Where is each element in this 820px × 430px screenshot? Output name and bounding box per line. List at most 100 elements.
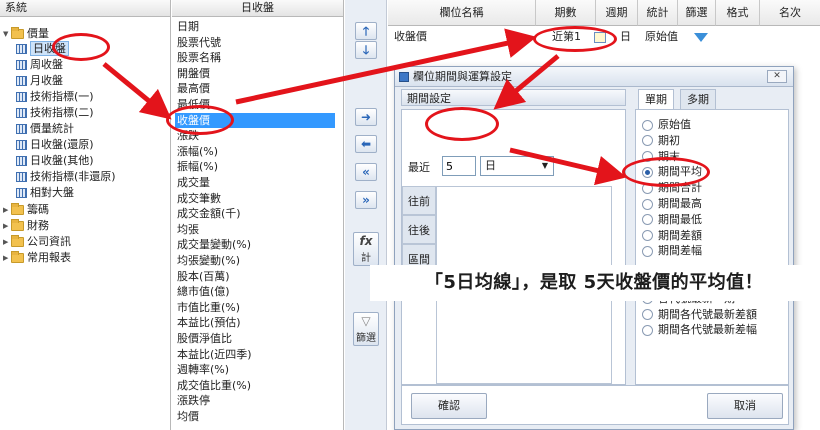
field-item[interactable]: 開盤價 <box>177 66 337 81</box>
column-header-rank[interactable]: 名次 <box>760 0 820 26</box>
tab-multi-period[interactable]: 多期 <box>680 89 716 109</box>
tree-item-monthly-close[interactable]: 月收盤 <box>16 73 63 88</box>
expand-arrow-icon[interactable]: ▶ <box>3 251 11 266</box>
column-header-periods[interactable]: 期數 <box>536 0 596 26</box>
radio-button-icon[interactable] <box>642 198 653 210</box>
expand-arrow-icon[interactable]: ▶ <box>3 203 11 218</box>
statistic-options-pane: 原始值期初期末期間平均期間合計期間最高期間最低期間差額期間差幅各代號最新一期期間… <box>635 109 789 385</box>
move-down-button[interactable]: 🡓 <box>355 41 377 59</box>
field-item[interactable]: 週轉率(%) <box>177 362 337 377</box>
table-icon <box>16 92 27 102</box>
remove-field-button[interactable]: ⬅ <box>355 135 377 153</box>
tab-forward[interactable]: 往後 <box>402 215 436 244</box>
radio-option[interactable]: 期初 <box>642 133 680 148</box>
radio-button-icon[interactable] <box>642 119 653 131</box>
field-item[interactable]: 日期 <box>177 19 337 34</box>
double-arrow-left-icon: « <box>362 165 370 179</box>
radio-button-icon[interactable] <box>642 135 653 147</box>
field-item[interactable]: 成交量 <box>177 175 337 190</box>
radio-option[interactable]: 期間差額 <box>642 228 702 243</box>
radio-option[interactable]: 期間各代號最新差幅 <box>642 322 757 337</box>
collapse-arrow-icon[interactable]: ▼ <box>3 27 11 42</box>
add-field-button[interactable]: ➜ <box>355 108 377 126</box>
tree-item-weekly-close[interactable]: 周收盤 <box>16 57 63 72</box>
field-item[interactable]: 振幅(%) <box>177 159 337 174</box>
table-icon <box>16 44 27 54</box>
cell-cycle[interactable]: 日 <box>620 27 631 47</box>
tree-folder-finance[interactable]: ▶ 財務 <box>3 218 49 233</box>
tab-single-period[interactable]: 單期 <box>638 89 674 110</box>
app-icon <box>399 72 409 82</box>
field-item[interactable]: 均價 <box>177 409 337 424</box>
field-item[interactable]: 漲幅(%) <box>177 144 337 159</box>
field-item[interactable]: 成交量變動(%) <box>177 237 337 252</box>
period-settings-pane: 最近 日 ▼ 往前 往後 區間 <box>401 109 626 385</box>
tree-root-price-volume[interactable]: ▼ 價量 <box>3 26 49 41</box>
column-header-filter[interactable]: 篩選 <box>678 0 716 26</box>
tree-item-tech-2[interactable]: 技術指標(二) <box>16 105 94 120</box>
calculate-button[interactable]: fx 計 <box>353 232 379 266</box>
field-item[interactable]: 成交筆數 <box>177 191 337 206</box>
expand-arrow-icon[interactable]: ▶ <box>3 235 11 250</box>
folder-icon <box>11 203 24 215</box>
tree-item-tech-1[interactable]: 技術指標(一) <box>16 89 94 104</box>
radio-button-icon[interactable] <box>642 214 653 226</box>
field-item[interactable]: 最高價 <box>177 81 337 96</box>
field-item[interactable]: 股價淨值比 <box>177 331 337 346</box>
field-item[interactable]: 成交金額(千) <box>177 206 337 221</box>
remove-all-button[interactable]: « <box>355 163 377 181</box>
tree-item-relative-market[interactable]: 相對大盤 <box>16 185 74 200</box>
tree-item-daily-other[interactable]: 日收盤(其他) <box>16 153 94 168</box>
field-item[interactable]: 本益比(預估) <box>177 315 337 330</box>
field-item[interactable]: 均張 <box>177 222 337 237</box>
field-item[interactable]: 總市值(億) <box>177 284 337 299</box>
column-header-cycle[interactable]: 週期 <box>596 0 638 26</box>
radio-option[interactable]: 期間最高 <box>642 196 702 211</box>
cancel-button[interactable]: 取消 <box>707 393 783 419</box>
filter-button[interactable]: ▽ 篩選 <box>353 312 379 346</box>
radio-button-icon[interactable] <box>642 324 653 336</box>
cell-field-name[interactable]: 收盤價 <box>394 27 427 47</box>
annotation-banner: 「5日均線」，是取 5天收盤價的平均值！ <box>370 265 818 301</box>
dialog-title: 欄位期間與運算設定 <box>413 70 512 83</box>
radio-option[interactable]: 期間差幅 <box>642 243 702 258</box>
confirm-button[interactable]: 確認 <box>411 393 487 419</box>
tree-item-price-volume-stats[interactable]: 價量統計 <box>16 121 74 136</box>
field-item[interactable]: 市值比重(%) <box>177 300 337 315</box>
radio-button-icon[interactable] <box>642 245 653 257</box>
field-item[interactable]: 股票名稱 <box>177 50 337 65</box>
tab-backward[interactable]: 往前 <box>402 186 436 215</box>
tree-folder-common-reports[interactable]: ▶ 常用報表 <box>3 250 71 265</box>
radio-button-icon[interactable] <box>642 230 653 242</box>
cell-stat[interactable]: 原始值 <box>645 27 678 47</box>
tree-folder-chips[interactable]: ▶ 籌碼 <box>3 202 49 217</box>
field-item[interactable]: 成交值比重(%) <box>177 378 337 393</box>
field-item[interactable]: 本益比(近四季) <box>177 347 337 362</box>
column-header-field-name[interactable]: 欄位名稱 <box>388 0 536 26</box>
close-button[interactable]: ✕ <box>767 70 787 83</box>
tree-folder-company-info[interactable]: ▶ 公司資訊 <box>3 234 71 249</box>
recent-count-input[interactable] <box>442 156 476 176</box>
field-item[interactable]: 漲跌停 <box>177 393 337 408</box>
tree-folder-label: 籌碼 <box>27 203 49 216</box>
add-all-button[interactable]: » <box>355 191 377 209</box>
column-header-stat[interactable]: 統計 <box>638 0 678 26</box>
radio-option[interactable]: 原始值 <box>642 117 691 132</box>
radio-option[interactable]: 期間最低 <box>642 212 702 227</box>
column-header-format[interactable]: 格式 <box>716 0 760 26</box>
period-unit-select[interactable]: 日 ▼ <box>480 156 554 176</box>
expand-arrow-icon[interactable]: ▶ <box>3 219 11 234</box>
arrow-right-icon: ➜ <box>360 110 372 124</box>
tree-item-daily-adjusted[interactable]: 日收盤(還原) <box>16 137 94 152</box>
field-item[interactable]: 均張變動(%) <box>177 253 337 268</box>
move-up-button[interactable]: 🡑 <box>355 22 377 40</box>
field-item[interactable]: 股票代號 <box>177 35 337 50</box>
tree-item-tech-unadjusted[interactable]: 技術指標(非還原) <box>16 169 116 184</box>
filter-toggle[interactable] <box>694 27 708 47</box>
dialog-title-bar: 欄位期間與運算設定 ✕ <box>395 67 793 87</box>
field-item[interactable]: 股本(百萬) <box>177 269 337 284</box>
tree-item-label: 日收盤(還原) <box>30 138 94 151</box>
radio-button-icon[interactable] <box>642 309 653 321</box>
radio-option[interactable]: 期間各代號最新差額 <box>642 307 757 322</box>
tree-folder-label: 財務 <box>27 219 49 232</box>
